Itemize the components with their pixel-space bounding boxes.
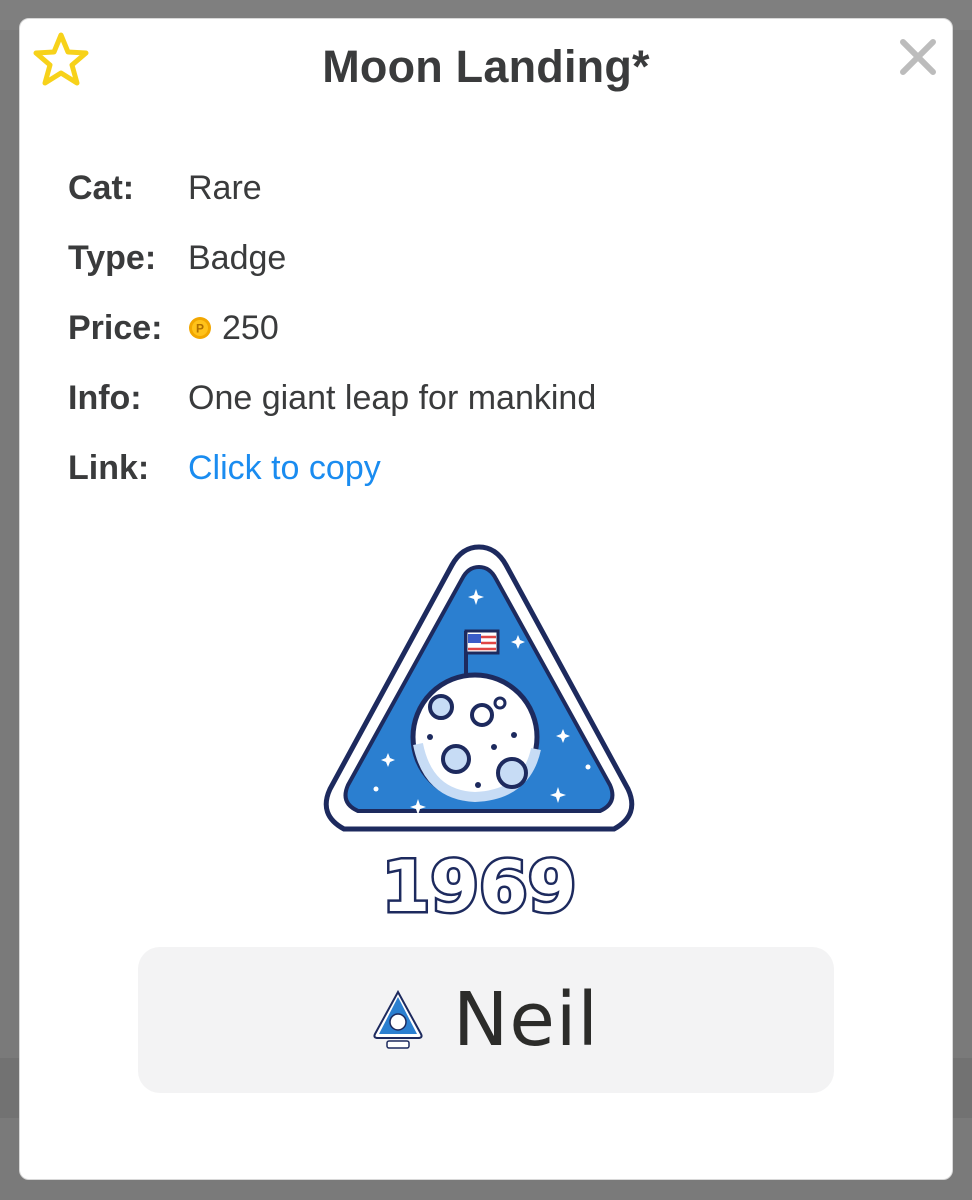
price-label: Price:: [68, 308, 163, 347]
details-list: Cat: Rare Type: Badge Price: P 250 Info:…: [68, 153, 596, 503]
info-label: Info:: [68, 378, 142, 417]
badge-year-text: 1969: [382, 846, 577, 928]
close-button[interactable]: [898, 37, 938, 77]
detail-row-link: Link: Click to copy: [68, 433, 596, 503]
detail-row-price: Price: P 250: [68, 293, 596, 363]
price-value: 250: [222, 308, 279, 347]
moon-landing-badge-image: 1969: [323, 544, 635, 929]
copy-link[interactable]: Click to copy: [188, 449, 381, 488]
item-details-modal: Moon Landing* Cat: Rare Type: Badge Pric…: [19, 18, 953, 1180]
detail-row-type: Type: Badge: [68, 223, 596, 293]
type-value: Badge: [188, 238, 287, 277]
cat-label: Cat:: [68, 168, 135, 207]
type-label: Type:: [68, 238, 157, 277]
price-container: P 250: [188, 309, 279, 348]
info-value: One giant leap for mankind: [188, 378, 597, 417]
coin-icon: P: [189, 317, 211, 339]
preview-name: Neil: [452, 977, 599, 1063]
svg-text:P: P: [196, 322, 204, 336]
badge-name-preview: Neil: [138, 947, 834, 1093]
detail-row-cat: Cat: Rare: [68, 153, 596, 223]
detail-row-info: Info: One giant leap for mankind: [68, 363, 596, 433]
mini-badge-icon: [373, 990, 423, 1049]
close-icon: [900, 39, 936, 75]
modal-title: Moon Landing*: [322, 41, 650, 92]
cat-value: Rare: [188, 168, 262, 207]
link-label: Link:: [68, 448, 150, 487]
